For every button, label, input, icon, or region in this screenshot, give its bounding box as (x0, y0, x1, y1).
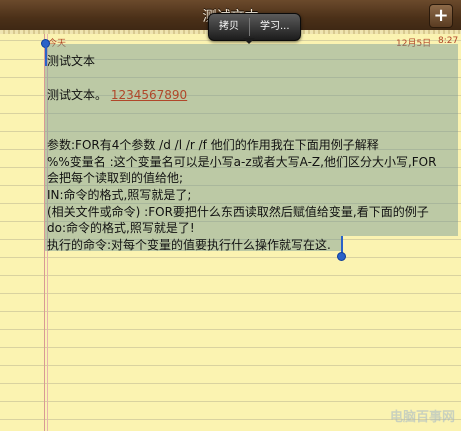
note-line-8: do:命令的格式,照写就是了! (47, 221, 195, 235)
note-line-4: %%变量名 :这个变量名可以是小写a-z或者大写A-Z,他们区分大小写,FOR (47, 155, 437, 169)
watermark-logo: 电脑百事网 (389, 410, 455, 425)
popover-arrow (243, 38, 255, 44)
selection-end-handle[interactable] (341, 236, 343, 253)
copy-menu-item[interactable]: 拷贝 (209, 14, 249, 40)
note-line-5: 会把每个读取到的值给他; (47, 171, 184, 185)
note-line-9: 执行的命令:对每个变量的值要执行什么操作就写在这. (47, 238, 331, 252)
note-line-1: 测试文本 (47, 54, 96, 68)
note-line-2-text: 测试文本。 (47, 88, 108, 102)
note-line-7: (相关文件或命令) :FOR要把什么东西读取然后赋值给变量,看下面的例子 (47, 205, 429, 219)
edit-popover: 拷贝 学习... (208, 13, 301, 41)
add-note-button[interactable]: + (429, 4, 453, 28)
note-line-6: IN:命令的格式,照写就是了; (47, 188, 192, 202)
note-line-3: 参数:FOR有4个参数 /d /l /r /f 他们的作用我在下面用例子解释 (47, 138, 379, 152)
phone-link[interactable]: 1234567890 (111, 88, 187, 102)
note-line-2: 测试文本。 1234567890 (47, 86, 187, 103)
selection-end-handle-dot[interactable] (337, 252, 346, 261)
learn-menu-item[interactable]: 学习... (250, 14, 300, 40)
selection-start-handle[interactable] (45, 44, 47, 66)
